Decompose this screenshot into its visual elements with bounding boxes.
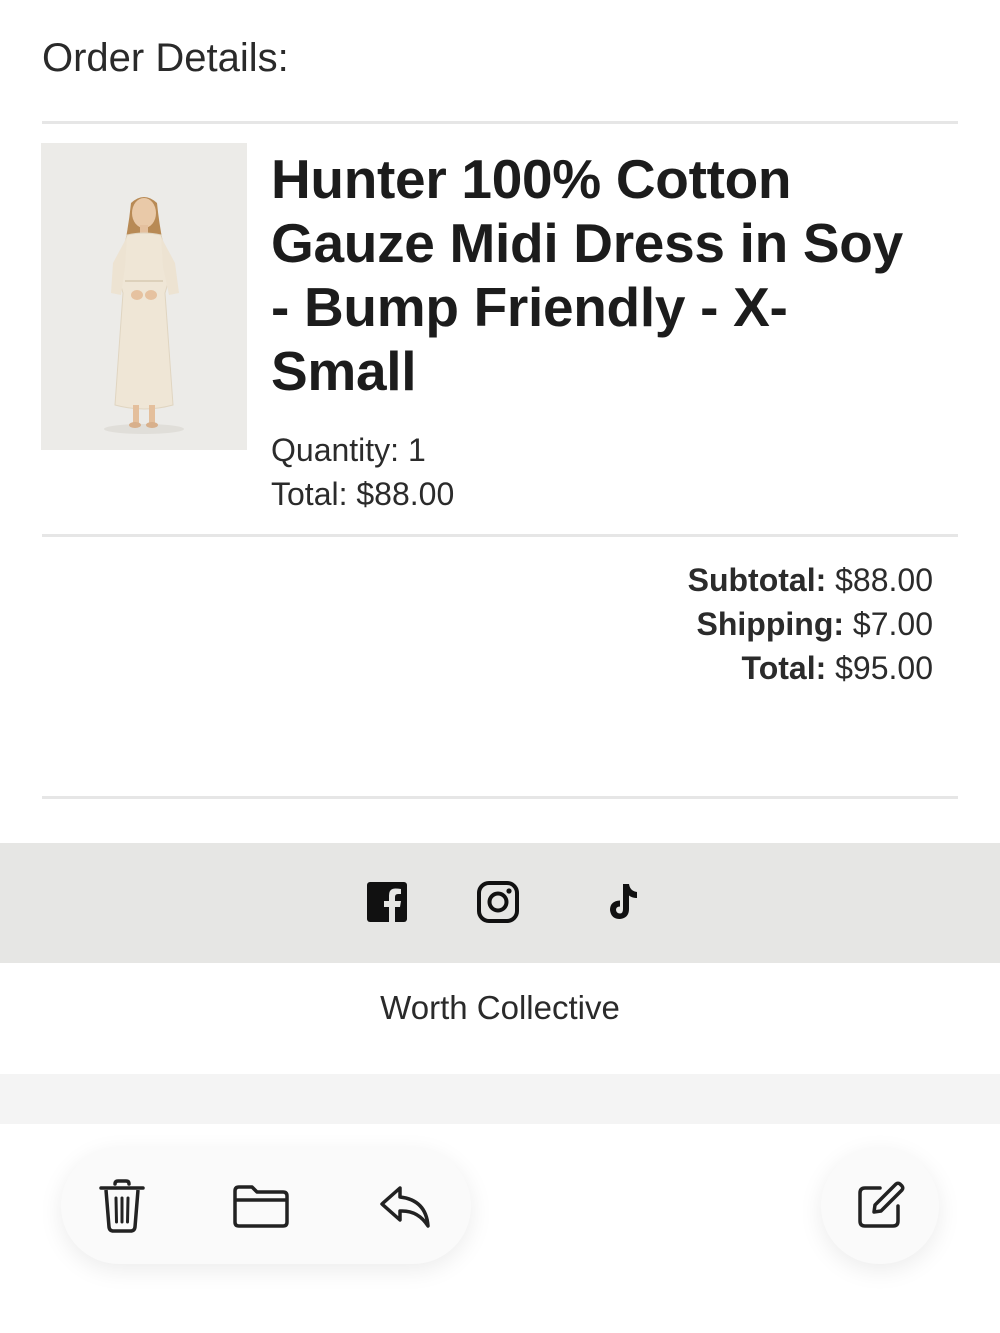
product-quantity: Quantity: 1 (271, 432, 426, 468)
total-row: Total: $95.00 (688, 646, 933, 690)
product-total: Total: $88.00 (271, 476, 455, 512)
product-image[interactable] (41, 143, 247, 450)
shipping-value: $7.00 (852, 606, 933, 642)
trash-icon (99, 1179, 145, 1233)
order-details-heading: Order Details: (42, 36, 289, 80)
reply-button[interactable] (375, 1176, 435, 1236)
subtotal-row: Subtotal: $88.00 (688, 558, 933, 602)
divider-bottom (42, 796, 958, 799)
action-toolbar (61, 1148, 471, 1264)
facebook-icon[interactable] (365, 880, 409, 924)
social-bar (0, 843, 1000, 963)
move-to-folder-button[interactable] (231, 1176, 291, 1236)
subtotal-value: $88.00 (835, 562, 933, 598)
compose-button[interactable] (821, 1148, 939, 1264)
footer-spacer (0, 1074, 1000, 1124)
trash-button[interactable] (92, 1176, 152, 1236)
order-summary: Subtotal: $88.00 Shipping: $7.00 Total: … (688, 558, 933, 690)
tiktok-icon[interactable] (599, 880, 643, 924)
product-title[interactable]: Hunter 100% Cotton Gauze Midi Dress in S… (271, 147, 931, 403)
total-label: Total: (741, 650, 827, 686)
subtotal-label: Subtotal: (687, 562, 827, 598)
divider-top (42, 121, 958, 124)
compose-icon (858, 1181, 905, 1228)
total-value: $95.00 (835, 650, 933, 686)
shipping-label: Shipping: (696, 606, 845, 642)
reply-icon (380, 1186, 430, 1228)
store-name: Worth Collective (380, 989, 620, 1026)
dress-model-illustration (41, 143, 247, 450)
folder-icon (233, 1185, 289, 1228)
instagram-icon[interactable] (476, 880, 520, 924)
divider-middle (42, 534, 958, 537)
shipping-row: Shipping: $7.00 (688, 602, 933, 646)
